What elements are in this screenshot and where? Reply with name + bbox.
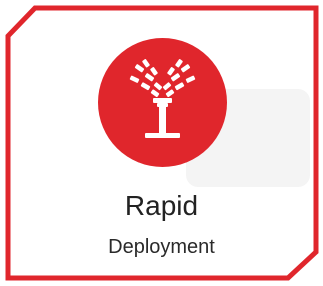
card-subtitle: Deployment bbox=[108, 236, 215, 258]
sprinkler-icon bbox=[129, 59, 196, 138]
card-title: Rapid bbox=[124, 190, 199, 221]
icon-badge bbox=[98, 38, 227, 167]
rapid-deployment-card[interactable]: Rapid Deployment bbox=[0, 0, 323, 286]
